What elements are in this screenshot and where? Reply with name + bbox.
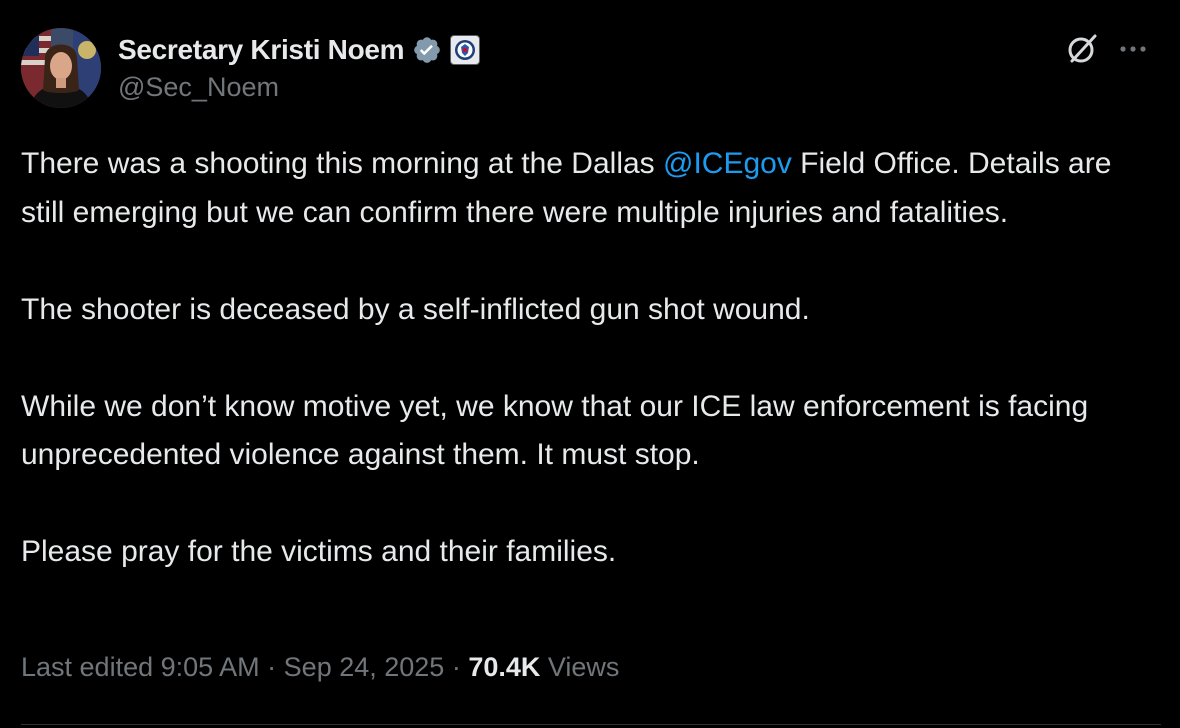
tweet-paragraph-1: There was a shooting this morning at the… [21, 140, 1161, 237]
edited-timestamp[interactable]: Last edited 9:05 AM [21, 652, 260, 682]
tweet-text: There was a shooting this morning at the… [21, 140, 1161, 577]
dhs-seal-icon[interactable] [450, 35, 481, 65]
tweet-paragraph-2: The shooter is deceased by a self-inflic… [21, 292, 810, 326]
author-display-name[interactable]: Secretary Kristi Noem [118, 34, 405, 66]
verified-badge-icon[interactable] [412, 35, 442, 65]
author-name-row: Secretary Kristi Noem [118, 30, 481, 70]
tweet-paragraph-3: While we don’t know motive yet, we know … [21, 389, 1089, 472]
avatar[interactable] [21, 28, 101, 108]
post-date[interactable]: Sep 24, 2025 [284, 652, 445, 682]
tweet: Secretary Kristi Noem @Sec_Noem There wa… [0, 0, 1180, 728]
avatar-image [21, 28, 101, 108]
tweet-paragraph-4: Please pray for the victims and their fa… [21, 535, 617, 568]
grok-icon[interactable] [1064, 31, 1100, 67]
text-segment: There was a shooting this morning at the… [21, 147, 663, 180]
author-handle[interactable]: @Sec_Noem [118, 72, 279, 103]
separator: · [444, 652, 469, 682]
separator: · [259, 652, 284, 682]
mention-link[interactable]: @ICEgov [663, 147, 792, 180]
views-label: Views [540, 652, 620, 682]
more-options-icon[interactable] [1113, 31, 1153, 67]
divider [21, 724, 1161, 725]
views-count: 70.4K [468, 652, 541, 682]
tweet-metadata: Last edited 9:05 AM · Sep 24, 2025 · 70.… [21, 652, 619, 683]
